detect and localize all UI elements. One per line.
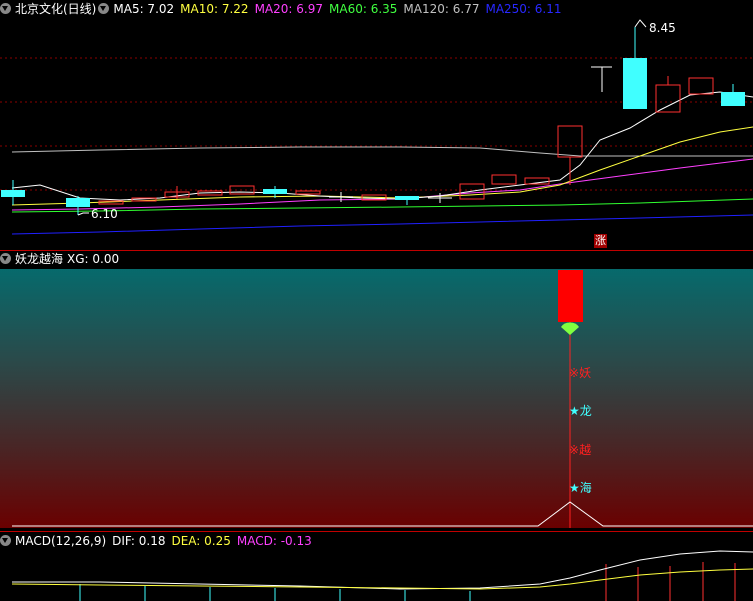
dea-line [11, 568, 753, 590]
dif-line [12, 550, 753, 590]
macd-chart [11, 550, 753, 601]
